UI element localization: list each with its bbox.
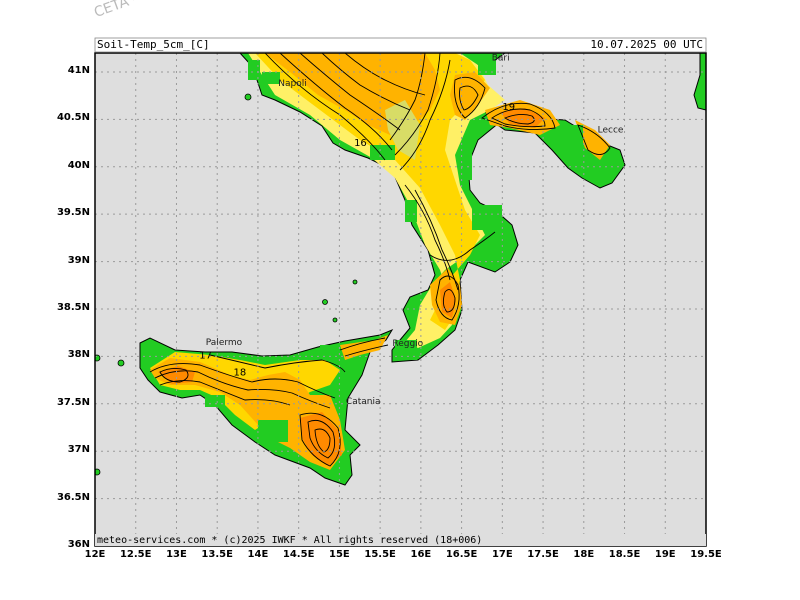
lat-tick-label: 39.5N (56, 207, 90, 219)
island (117, 359, 125, 367)
lon-tick-label: 12.5E (119, 549, 152, 560)
lat-tick-label: 37N (67, 444, 90, 456)
lat-tick-label: 36.5N (56, 491, 90, 503)
lat-tick-label: 41N (67, 64, 90, 76)
lat-tick-label: 37.5N (56, 396, 90, 408)
copyright-footer: meteo-services.com * (c)2025 IWKF * All … (97, 535, 483, 546)
lon-tick-label: 17.5E (527, 549, 559, 560)
city-label: Bari (492, 54, 510, 64)
lon-tick-label: 19E (654, 549, 676, 560)
lon-tick-label: 13E (166, 549, 187, 560)
lon-tick-label: 16E (410, 549, 432, 560)
island (322, 299, 328, 305)
island (244, 93, 252, 101)
lat-tick-label: 40N (67, 159, 90, 171)
lat-tick-label: 40.5N (56, 112, 90, 124)
lon-tick-label: 15E (329, 549, 350, 560)
datetime-label: 10.07.2025 00 UTC (590, 38, 703, 51)
city-label: Lecce (598, 126, 624, 136)
city-label: Reggio (392, 339, 423, 349)
city-label: Napoli (278, 79, 306, 89)
contour-value-label: 16 (354, 138, 367, 149)
city-label: Catania (346, 397, 381, 407)
contour-value-label: 18 (233, 367, 246, 378)
lon-tick-label: 19.5E (690, 549, 722, 560)
lon-tick-label: 13.5E (201, 549, 233, 560)
island (352, 279, 358, 285)
lon-tick-label: 17E (491, 549, 513, 560)
temp-cell-cool (262, 72, 280, 84)
lon-tick-label: 12E (84, 549, 106, 560)
lon-tick-label: 14E (247, 549, 269, 560)
lon-tick-label: 18.5E (608, 549, 641, 560)
contour-value-label: 17 (199, 350, 212, 361)
temp-cell-cool (460, 150, 472, 180)
island (332, 317, 338, 323)
city-label: Palermo (206, 338, 243, 348)
contour-value-label: 19 (502, 102, 515, 113)
lon-tick-label: 15.5E (364, 549, 396, 560)
temp-cell-cool (205, 395, 225, 407)
temp-cell-cool (472, 205, 502, 230)
temp-cell-cool (370, 145, 395, 160)
temp-cell-cool (405, 200, 417, 222)
temp-cell-cool (565, 125, 583, 155)
variable-label: Soil-Temp_5cm_[C] (97, 38, 210, 51)
lon-tick-label: 14.5E (282, 549, 315, 560)
map-canvas: Napoli Bari Lecce Palermo Catania Reggio 19 18… (94, 37, 707, 547)
lat-tick-label: 38N (67, 349, 90, 361)
temp-cell-cool (258, 420, 288, 442)
lat-tick-label: 38.5N (56, 301, 90, 313)
lon-tick-label: 16.5E (445, 549, 478, 560)
temp-cell-cool (320, 345, 338, 360)
lon-tick-label: 18E (573, 549, 595, 560)
lat-tick-label: 39N (67, 254, 90, 266)
